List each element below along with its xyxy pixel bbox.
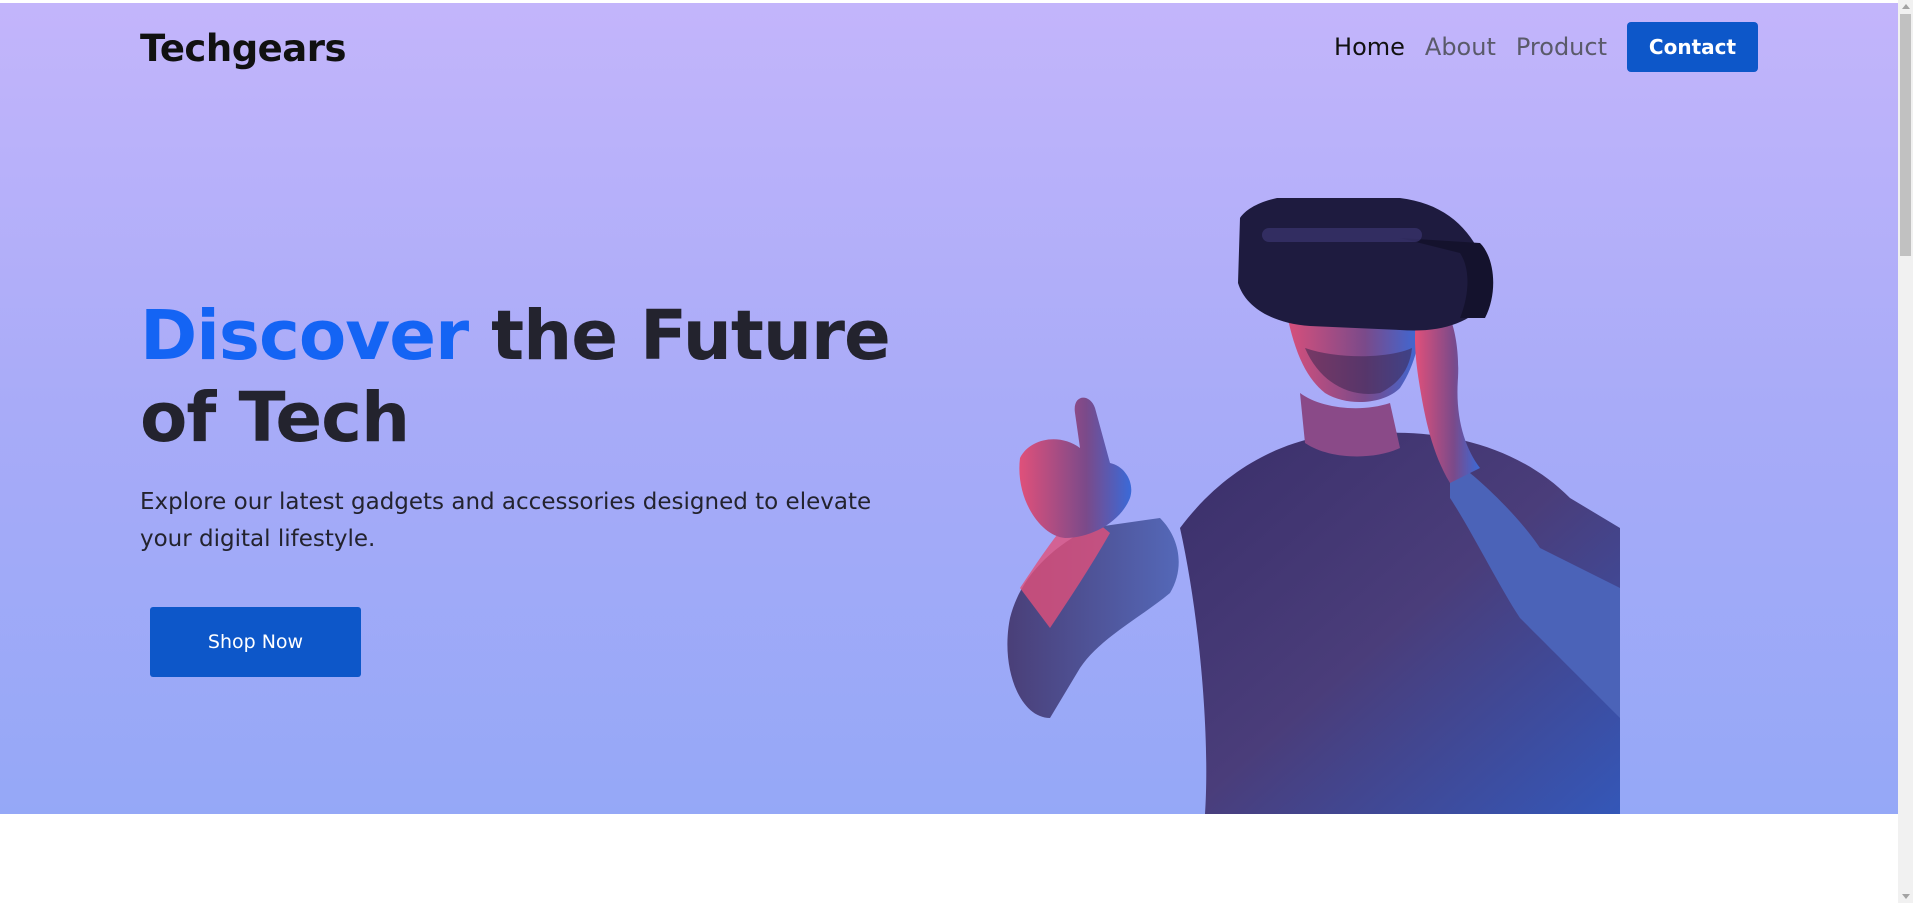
hero-title-accent: Discover	[140, 296, 469, 376]
vr-headset-highlight-shape	[1262, 228, 1422, 242]
hero-section: Techgears Home About Product Contact Dis…	[0, 3, 1898, 814]
pointing-hand-shape	[1019, 397, 1132, 538]
scroll-down-arrow-icon[interactable]	[1902, 894, 1910, 899]
navbar: Techgears Home About Product Contact	[0, 3, 1898, 93]
vertical-scrollbar[interactable]	[1898, 0, 1913, 903]
nav-link-about[interactable]: About	[1425, 33, 1496, 61]
contact-button[interactable]: Contact	[1627, 22, 1758, 72]
shop-now-button[interactable]: Shop Now	[150, 607, 361, 677]
hero-description: Explore our latest gadgets and accessori…	[140, 489, 872, 552]
nav-link-home[interactable]: Home	[1334, 33, 1405, 61]
nav-link-product[interactable]: Product	[1516, 33, 1607, 61]
neck-shape	[1300, 393, 1400, 457]
vr-headset-shape	[1238, 198, 1485, 331]
scroll-up-arrow-icon[interactable]	[1902, 4, 1910, 9]
scrollbar-thumb[interactable]	[1900, 14, 1911, 256]
nav-links: Home About Product Contact	[1334, 22, 1758, 72]
brand-logo[interactable]: Techgears	[140, 27, 347, 70]
hero-image-vr-person	[1007, 198, 1620, 814]
page-viewport: Techgears Home About Product Contact Dis…	[0, 0, 1898, 903]
hero-title: Discover the Future of Tech	[140, 295, 900, 459]
